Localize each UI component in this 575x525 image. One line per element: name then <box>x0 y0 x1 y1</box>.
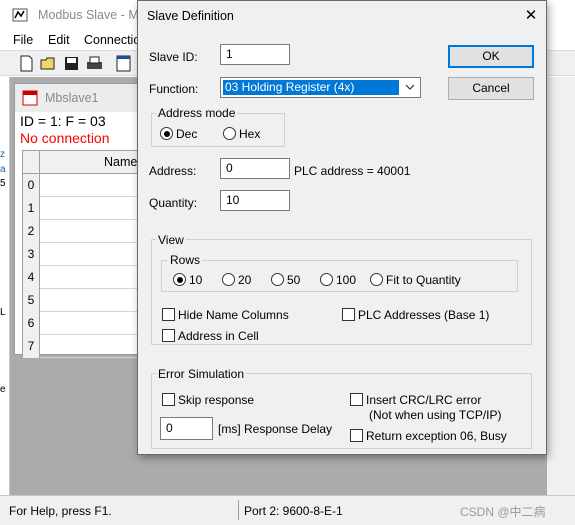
return-exception-label[interactable]: Return exception 06, Busy <box>366 429 507 443</box>
grid-column-header: Name <box>40 151 143 174</box>
strip-text: 5 <box>0 178 6 189</box>
plc-address-text: PLC address = 40001 <box>294 164 411 178</box>
table-row[interactable]: 7 <box>23 335 143 358</box>
slave-id-label: Slave ID: <box>149 50 198 64</box>
skip-response-label[interactable]: Skip response <box>178 393 254 407</box>
row-header: 7 <box>23 335 40 358</box>
right-panel-strip <box>547 77 575 495</box>
rows-fit-label[interactable]: Fit to Quantity <box>386 273 461 287</box>
hide-name-columns-label[interactable]: Hide Name Columns <box>178 308 289 322</box>
modbus-slave-app-icon <box>12 8 28 22</box>
table-row[interactable]: 0 <box>23 174 143 197</box>
rows-20-radio[interactable] <box>222 273 235 286</box>
status-separator <box>238 500 239 520</box>
ok-button[interactable]: OK <box>448 45 534 68</box>
address-in-cell-label[interactable]: Address in Cell <box>178 329 259 343</box>
address-in-cell-checkbox[interactable] <box>162 329 175 342</box>
table-row[interactable]: 6 <box>23 312 143 335</box>
row-header: 6 <box>23 312 40 335</box>
row-header: 3 <box>23 243 40 266</box>
grid-corner <box>23 151 40 174</box>
child-titlebar[interactable]: Mbslave1 <box>15 84 141 112</box>
row-header: 4 <box>23 266 40 289</box>
row-header: 5 <box>23 289 40 312</box>
slave-id-input[interactable]: 1 <box>220 44 290 65</box>
rows-10-label[interactable]: 10 <box>189 273 202 287</box>
skip-response-checkbox[interactable] <box>162 393 175 406</box>
table-row[interactable]: 1 <box>23 197 143 220</box>
dec-radio-label[interactable]: Dec <box>176 127 197 141</box>
column-header-name: Name <box>104 155 138 169</box>
response-delay-label: [ms] Response Delay <box>218 422 333 436</box>
hex-radio[interactable] <box>223 127 236 140</box>
save-icon[interactable] <box>62 54 81 73</box>
print-icon[interactable] <box>85 54 104 73</box>
address-label: Address: <box>149 164 197 178</box>
dec-radio[interactable] <box>160 127 173 140</box>
address-input[interactable]: 0 <box>220 158 290 179</box>
function-selected-value: 03 Holding Register (4x) <box>223 80 399 95</box>
rows-title: Rows <box>168 253 203 267</box>
table-row[interactable]: 4 <box>23 266 143 289</box>
child-title: Mbslave1 <box>45 91 99 105</box>
new-file-icon[interactable] <box>17 54 36 73</box>
menu-edit[interactable]: Edit <box>48 33 70 47</box>
view-title: View <box>156 233 186 247</box>
status-port-text: Port 2: 9600-8-E-1 <box>244 504 343 518</box>
watermark-text: CSDN @中二病 <box>460 505 546 519</box>
mbslave-child-window[interactable]: Mbslave1 ID = 1: F = 03 No connection Na… <box>14 83 143 358</box>
slave-id-function-text: ID = 1: F = 03 <box>20 113 106 129</box>
insert-crc-checkbox[interactable] <box>350 393 363 406</box>
cancel-button[interactable]: Cancel <box>448 77 534 100</box>
window-icon[interactable] <box>114 54 133 73</box>
response-delay-input[interactable]: 0 <box>160 417 213 440</box>
address-mode-title: Address mode <box>156 106 238 120</box>
left-panel-strip: z a 5 L e <box>0 77 10 495</box>
dialog-title: Slave Definition <box>147 9 234 23</box>
function-select[interactable]: 03 Holding Register (4x) <box>220 77 421 98</box>
strip-text: e <box>0 384 6 395</box>
quantity-input[interactable]: 10 <box>220 190 290 211</box>
insert-crc-label[interactable]: Insert CRC/LRC error <box>366 393 481 407</box>
rows-20-label[interactable]: 20 <box>238 273 251 287</box>
rows-50-radio[interactable] <box>271 273 284 286</box>
chevron-down-icon[interactable] <box>403 80 417 95</box>
document-icon <box>22 90 38 106</box>
hide-name-columns-checkbox[interactable] <box>162 308 175 321</box>
app-title: Modbus Slave - M <box>38 8 139 22</box>
plc-addresses-label[interactable]: PLC Addresses (Base 1) <box>358 308 489 322</box>
rows-10-radio[interactable] <box>173 273 186 286</box>
insert-crc-note: (Not when using TCP/IP) <box>369 408 502 422</box>
hex-radio-label[interactable]: Hex <box>239 127 260 141</box>
table-row[interactable]: 3 <box>23 243 143 266</box>
rows-fit-radio[interactable] <box>370 273 383 286</box>
return-exception-checkbox[interactable] <box>350 429 363 442</box>
table-row[interactable]: 2 <box>23 220 143 243</box>
table-row[interactable]: 5 <box>23 289 143 312</box>
register-grid[interactable]: Name 0 1 2 3 4 5 6 7 <box>22 150 143 358</box>
function-label: Function: <box>149 82 199 96</box>
status-help-text: For Help, press F1. <box>9 504 112 518</box>
row-header: 2 <box>23 220 40 243</box>
row-header: 0 <box>23 174 40 197</box>
row-header: 1 <box>23 197 40 220</box>
close-icon[interactable]: ✕ <box>520 5 542 27</box>
rows-100-label[interactable]: 100 <box>336 273 356 287</box>
connection-status-text: No connection <box>20 130 110 146</box>
strip-text: z <box>0 149 5 160</box>
plc-addresses-checkbox[interactable] <box>342 308 355 321</box>
quantity-label: Quantity: <box>149 196 198 210</box>
menu-file[interactable]: File <box>13 33 33 47</box>
error-simulation-title: Error Simulation <box>156 367 247 381</box>
open-folder-icon[interactable] <box>39 54 58 73</box>
rows-50-label[interactable]: 50 <box>287 273 300 287</box>
slave-definition-dialog: Slave Definition ✕ Slave ID: 1 Function:… <box>137 0 547 455</box>
rows-100-radio[interactable] <box>320 273 333 286</box>
strip-text: L <box>0 307 6 318</box>
strip-text: a <box>0 164 6 175</box>
